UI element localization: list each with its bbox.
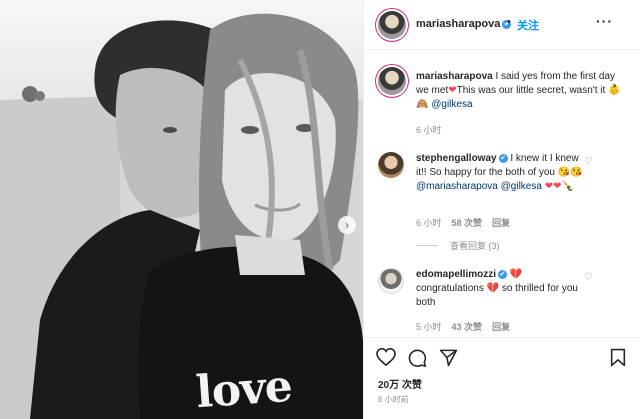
caption-avatar[interactable] [378, 67, 406, 95]
comment-username[interactable]: stephengalloway [416, 153, 497, 164]
header-separator: • [507, 16, 511, 28]
comment-text-a: congratulations [416, 283, 484, 294]
comment-likes[interactable]: 43 次赞 [452, 322, 483, 332]
like-comment-icon[interactable]: ♡ [584, 156, 593, 167]
comment-tail-emoji: ❤❤🍾 [544, 181, 574, 192]
comment-avatar[interactable] [378, 268, 404, 294]
caption-text-b: This was our little secret, wasn't it [456, 85, 606, 96]
heart-icon[interactable] [376, 347, 396, 371]
comment-avatar[interactable] [378, 152, 404, 178]
replies-divider [416, 245, 438, 246]
comment-icon[interactable] [408, 348, 427, 372]
next-arrow-icon[interactable]: › [338, 216, 356, 234]
comment-mention[interactable]: @mariasharapova [416, 181, 498, 192]
post-likes[interactable]: 20万 次赞 [378, 376, 422, 391]
comment-meta: 6 小时 58 次赞 回复 [416, 216, 510, 229]
caption-text: mariasharapova I said yes from the first… [416, 70, 622, 112]
header-username-text[interactable]: mariasharapova [416, 18, 500, 30]
reply-button[interactable]: 回复 [492, 322, 510, 332]
comment-heart-emoji: 💔 [486, 283, 500, 294]
photo-illustration [0, 0, 363, 419]
bookmark-icon[interactable] [610, 348, 626, 372]
verified-icon: ✔ [498, 154, 508, 163]
like-comment-icon[interactable]: ♡ [584, 272, 593, 283]
follow-button[interactable]: 关注 [517, 17, 539, 33]
comment-mention[interactable]: @gilkesa [501, 181, 542, 192]
header-username[interactable]: mariasharapova ✔ [416, 18, 512, 30]
comment-meta: 5 小时 43 次赞 回复 [416, 320, 510, 333]
post-detail-pane: mariasharapova ✔ • 关注 ··· mariasharapova … [363, 0, 640, 419]
post-actions: 20万 次赞 6 小时前 [364, 337, 640, 419]
shirt-text: love [194, 360, 294, 419]
more-icon[interactable]: ··· [596, 13, 613, 29]
view-replies-label[interactable]: 查看回复 (3) [450, 241, 500, 251]
comment-username[interactable]: edomapellimozzi [416, 269, 496, 280]
post-timestamp[interactable]: 6 小时前 [378, 394, 409, 405]
caption-mention[interactable]: @gilkesa [431, 99, 472, 110]
comment-text: stephengalloway ✔ I knew it I knew it!! S… [416, 152, 588, 194]
comment-pre-emoji: 💔 [509, 269, 523, 280]
avatar[interactable] [378, 11, 406, 39]
heart-emoji: ❤ [448, 85, 457, 96]
comment-emoji: 😘😘 [557, 167, 583, 178]
post-photo[interactable]: love › [0, 0, 363, 419]
post-header: mariasharapova ✔ • 关注 ··· [364, 0, 640, 50]
caption-time[interactable]: 6 小时 [416, 123, 442, 136]
share-icon[interactable] [439, 348, 458, 372]
comment-time[interactable]: 6 小时 [416, 218, 442, 228]
reply-button[interactable]: 回复 [492, 218, 510, 228]
view-replies-button[interactable]: 查看回复 (3) [416, 239, 500, 252]
comment-time[interactable]: 5 小时 [416, 322, 442, 332]
comment-likes[interactable]: 58 次赞 [452, 218, 483, 228]
comment-text: edomapellimozzi ✔ 💔 congratulations 💔 so … [416, 268, 588, 310]
verified-icon: ✔ [498, 270, 508, 279]
caption-username[interactable]: mariasharapova [416, 71, 493, 82]
